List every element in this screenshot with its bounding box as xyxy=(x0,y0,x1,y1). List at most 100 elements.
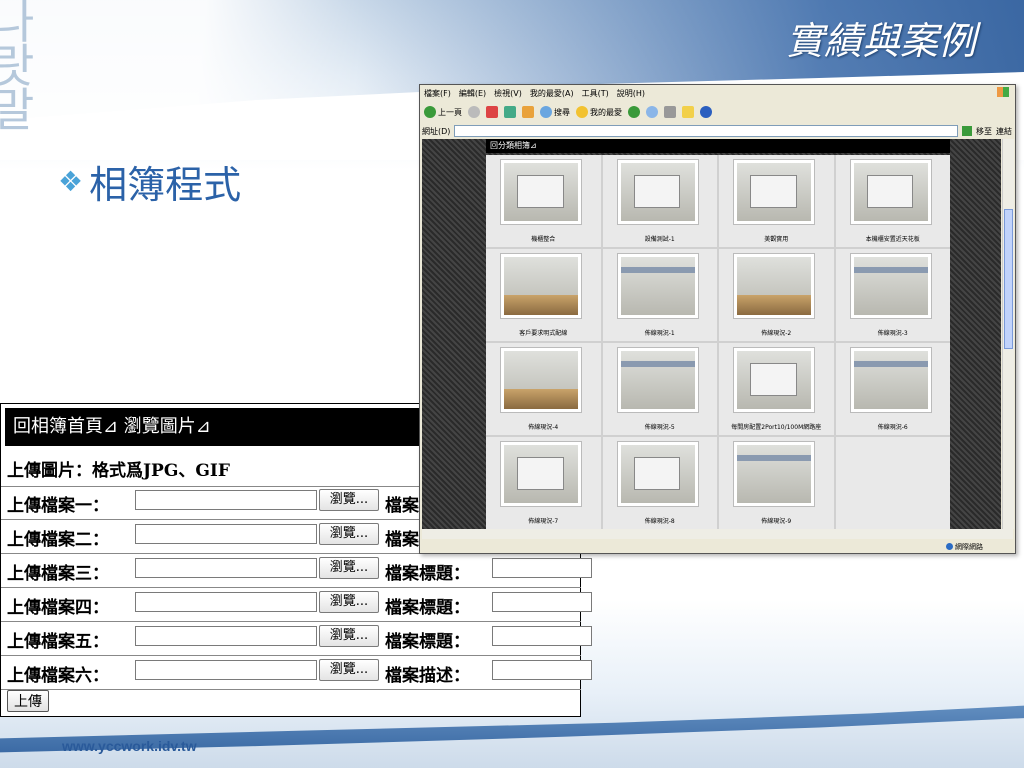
file-path-input[interactable] xyxy=(135,592,317,612)
mail-icon[interactable] xyxy=(646,106,658,118)
folder-icon[interactable] xyxy=(682,106,694,118)
photo-image xyxy=(504,257,578,315)
home-icon[interactable] xyxy=(522,106,534,118)
go-icon[interactable] xyxy=(962,126,972,136)
upload-row-label: 上傳檔案三： xyxy=(7,564,109,584)
divider xyxy=(1,621,581,622)
bluetooth-icon[interactable] xyxy=(700,106,712,118)
photo-image xyxy=(504,445,578,503)
browse-button[interactable]: 瀏覽... xyxy=(319,489,379,511)
upload-row: 上傳檔案三： 瀏覽... 檔案標題： xyxy=(7,556,592,584)
photo-thumbnail[interactable] xyxy=(733,347,815,413)
photo-cell[interactable]: 佈線現況-5 xyxy=(602,343,717,435)
file-path-input[interactable] xyxy=(135,660,317,680)
album-back-link[interactable]: 回分類相簿⊿ xyxy=(486,139,950,153)
photo-thumbnail[interactable] xyxy=(733,159,815,225)
status-zone: 網際網路 xyxy=(955,542,983,551)
browse-button[interactable]: 瀏覽... xyxy=(319,591,379,613)
photo-caption: 客戶要求明式配線 xyxy=(519,330,568,337)
photo-thumbnail[interactable] xyxy=(500,441,582,507)
browse-button[interactable]: 瀏覽... xyxy=(319,557,379,579)
photo-image xyxy=(620,351,695,409)
photo-cell[interactable]: 客戶要求明式配線 xyxy=(486,249,601,341)
photo-cell[interactable]: 佈線現況-8 xyxy=(602,437,717,529)
links-label[interactable]: 連結 xyxy=(996,126,1012,137)
menu-item[interactable]: 我的最愛(A) xyxy=(530,88,574,99)
vertical-scrollbar[interactable] xyxy=(1002,139,1014,529)
upload-button[interactable]: 上傳 xyxy=(7,690,49,712)
photo-cell[interactable]: 佈線現況-4 xyxy=(486,343,601,435)
photo-caption: 本機櫃安置近天花板 xyxy=(865,236,920,243)
scrollbar-thumb[interactable] xyxy=(1004,209,1013,349)
file-path-input[interactable] xyxy=(135,626,317,646)
photo-cell[interactable]: 佈線現況-9 xyxy=(719,437,834,529)
globe-icon xyxy=(946,543,953,550)
photo-cell[interactable]: 佈線現況-6 xyxy=(835,343,950,435)
menu-item[interactable]: 檔案(F) xyxy=(424,88,451,99)
photo-caption: 每間房配置2Port10/100M網路座 xyxy=(731,424,822,431)
photo-thumbnail[interactable] xyxy=(500,347,582,413)
photo-cell[interactable]: 每間房配置2Port10/100M網路座 xyxy=(719,343,834,435)
address-label: 網址(D) xyxy=(422,126,451,136)
browse-button[interactable]: 瀏覽... xyxy=(319,625,379,647)
menu-item[interactable]: 檢視(V) xyxy=(494,88,522,99)
stop-icon[interactable] xyxy=(486,106,498,118)
history-icon[interactable] xyxy=(628,106,640,118)
address-input[interactable] xyxy=(454,125,958,137)
photo-thumbnail[interactable] xyxy=(500,159,582,225)
file-title-input[interactable] xyxy=(492,660,592,680)
browser-window-screenshot: 檔案(F) 編輯(E) 檢視(V) 我的最愛(A) 工具(T) 說明(H) 上一頁 搜尋 … xyxy=(419,84,1016,554)
photo-image xyxy=(504,351,578,409)
photo-thumbnail[interactable] xyxy=(616,253,699,319)
file-path-input[interactable] xyxy=(135,558,317,578)
photo-thumbnail[interactable] xyxy=(849,253,932,319)
refresh-icon[interactable] xyxy=(504,106,516,118)
browser-viewport: 回分類相簿⊿ 機櫃整合 設備測試-1 美觀實用 本機櫃安置近天花板 客戶要求明式配線 佈線… xyxy=(422,139,1001,529)
photo-caption: 佈線現況-1 xyxy=(644,330,675,337)
photo-thumbnail[interactable] xyxy=(616,441,699,507)
file-title-label: 檔案標題： xyxy=(385,632,470,652)
photo-cell[interactable]: 設備測試-1 xyxy=(602,155,717,247)
bullet-item: ❖ 相簿程式 xyxy=(58,154,241,209)
forward-arrow-icon[interactable] xyxy=(468,106,480,118)
photo-cell[interactable]: 佈線現況-2 xyxy=(719,249,834,341)
photo-thumbnail[interactable] xyxy=(849,347,932,413)
menu-item[interactable]: 說明(H) xyxy=(617,88,645,99)
photo-thumbnail[interactable] xyxy=(733,253,815,319)
go-label[interactable]: 移至 xyxy=(976,126,992,137)
photo-thumbnail[interactable] xyxy=(500,253,582,319)
horizontal-scrollbar[interactable] xyxy=(422,529,1013,539)
photo-thumbnail[interactable] xyxy=(616,347,699,413)
photo-cell[interactable]: 佈線現況-3 xyxy=(835,249,950,341)
file-path-input[interactable] xyxy=(135,490,317,510)
favorites-label: 我的最愛 xyxy=(590,107,622,117)
photo-cell[interactable]: 美觀實用 xyxy=(719,155,834,247)
search-button[interactable]: 搜尋 xyxy=(540,106,570,118)
file-title-label: 檔案標題： xyxy=(385,598,470,618)
photo-caption: 佈線現況-7 xyxy=(528,518,559,525)
menu-item[interactable]: 工具(T) xyxy=(582,88,609,99)
browse-button[interactable]: 瀏覽... xyxy=(319,523,379,545)
print-icon[interactable] xyxy=(664,106,676,118)
browse-button[interactable]: 瀏覽... xyxy=(319,659,379,681)
file-title-input[interactable] xyxy=(492,592,592,612)
photo-thumbnail[interactable] xyxy=(849,159,932,225)
file-title-input[interactable] xyxy=(492,626,592,646)
photo-cell[interactable]: 佈線現況-7 xyxy=(486,437,601,529)
file-path-input[interactable] xyxy=(135,524,317,544)
address-bar: 網址(D) 移至 連結 xyxy=(422,125,1012,137)
photo-cell[interactable]: 機櫃整合 xyxy=(486,155,601,247)
upload-row: 上傳檔案四： 瀏覽... 檔案標題： xyxy=(7,590,592,618)
back-button[interactable]: 上一頁 xyxy=(424,106,462,118)
favorites-button[interactable]: 我的最愛 xyxy=(576,106,622,118)
photo-caption: 佈線現況-4 xyxy=(528,424,559,431)
photo-cell[interactable]: 本機櫃安置近天花板 xyxy=(835,155,950,247)
photo-thumbnail[interactable] xyxy=(733,441,815,507)
menu-item[interactable]: 編輯(E) xyxy=(459,88,486,99)
photo-image xyxy=(737,445,811,503)
photo-thumbnail[interactable] xyxy=(616,159,699,225)
photo-cell[interactable]: 佈線現況-1 xyxy=(602,249,717,341)
photo-caption: 佈線現況-5 xyxy=(644,424,675,431)
file-title-input[interactable] xyxy=(492,558,592,578)
photo-caption: 機櫃整合 xyxy=(531,236,556,243)
